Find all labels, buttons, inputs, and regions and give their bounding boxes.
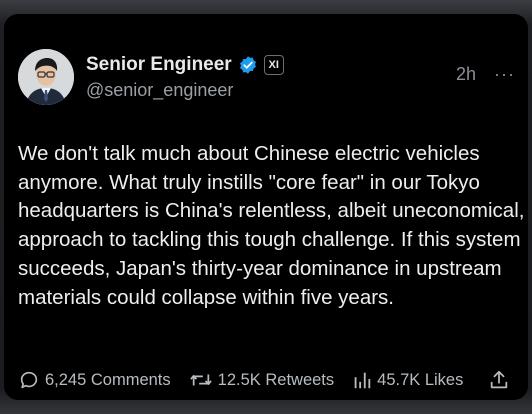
author-handle[interactable]: @senior_engineer xyxy=(86,80,233,101)
comment-count: 6,245 Comments xyxy=(45,370,171,389)
share-icon xyxy=(490,370,508,389)
views-bars-icon xyxy=(354,372,371,389)
retweet-count: 12.5K Retweets xyxy=(217,370,335,389)
retweet-button[interactable]: 12.5K Retweets xyxy=(189,369,334,391)
retweet-icon xyxy=(189,374,212,386)
avatar-portrait-icon xyxy=(18,49,74,105)
post-text: We don't talk much about Chinese electri… xyxy=(18,142,525,309)
affiliate-badge-icon[interactable]: XI xyxy=(263,55,284,75)
action-bar: 6,245 Comments 12.5K Retweets 45.7K Like… xyxy=(18,366,518,394)
like-count: 45.7K Likes xyxy=(377,370,464,389)
author-name[interactable]: Senior Engineer xyxy=(86,54,232,76)
avatar[interactable] xyxy=(18,49,74,105)
tweet-card[interactable]: Senior Engineer XI @senior_engineer 2h ·… xyxy=(4,14,528,400)
comment-bubble-icon xyxy=(20,371,38,389)
screenshot-frame: Senior Engineer XI @senior_engineer 2h ·… xyxy=(0,0,532,414)
share-button[interactable] xyxy=(488,369,510,396)
comment-button[interactable]: 6,245 Comments xyxy=(18,369,171,391)
like-button[interactable]: 45.7K Likes xyxy=(352,369,463,391)
more-dots-icon[interactable]: ··· xyxy=(494,64,515,85)
verified-check-icon xyxy=(238,55,258,75)
post-time[interactable]: 2h xyxy=(456,64,476,85)
author-row: Senior Engineer XI xyxy=(86,52,284,78)
